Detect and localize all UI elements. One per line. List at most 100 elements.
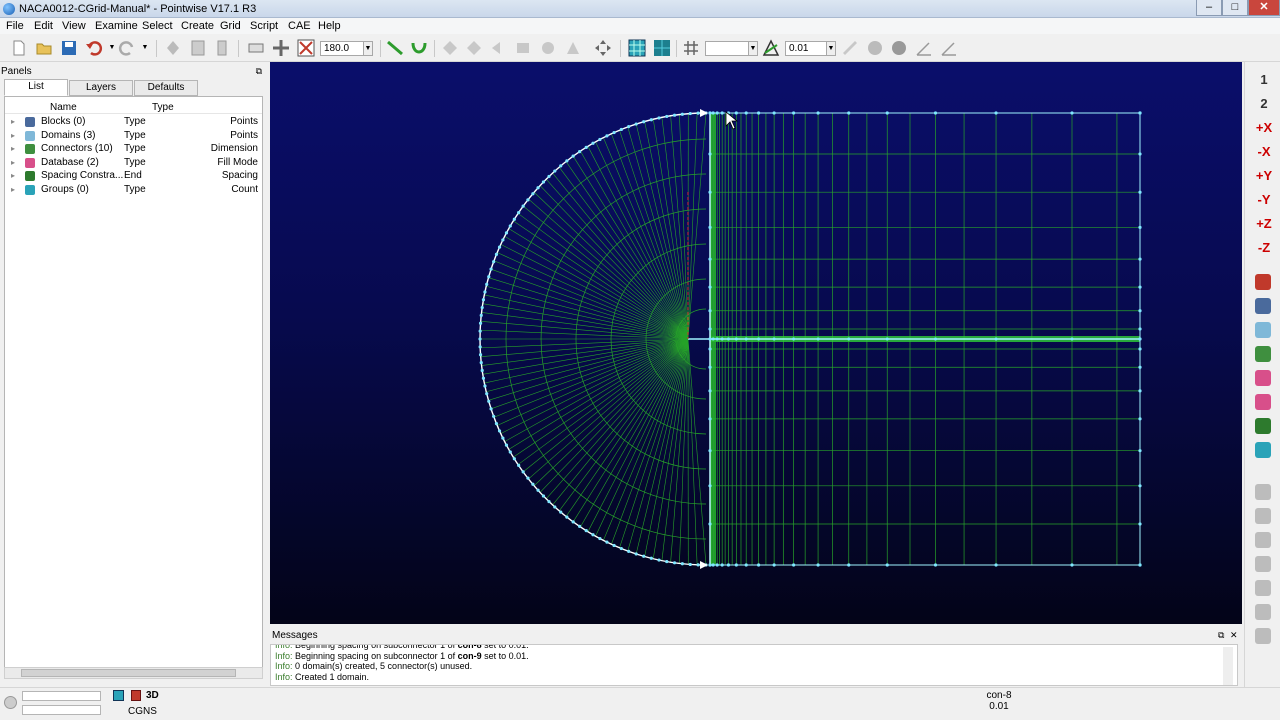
- extrude-icon[interactable]: [490, 39, 508, 57]
- entity-tool-icon[interactable]: [1255, 298, 1271, 314]
- new-file-icon[interactable]: [10, 39, 28, 57]
- entity-tool-icon[interactable]: [1255, 394, 1271, 410]
- tool-icon[interactable]: [1255, 484, 1271, 500]
- menu-select[interactable]: Select: [142, 20, 173, 32]
- tool-icon[interactable]: [1255, 532, 1271, 548]
- grid-mode-icon[interactable]: [113, 690, 124, 701]
- delta-icon[interactable]: [866, 39, 884, 57]
- entity-tool-icon[interactable]: [1255, 346, 1271, 362]
- view-button-1[interactable]: 1: [1253, 70, 1275, 90]
- rotation-angle-chevron-icon[interactable]: ▼: [363, 41, 373, 56]
- view-button-6[interactable]: -Y: [1253, 190, 1275, 210]
- expand-icon[interactable]: ▸: [11, 144, 15, 153]
- panel-restore-icon[interactable]: ⧉: [256, 66, 262, 77]
- angle-plus-icon[interactable]: [915, 39, 933, 57]
- entity-tool-icon[interactable]: [1255, 322, 1271, 338]
- move-icon[interactable]: [594, 39, 612, 57]
- split-view-icon[interactable]: [189, 39, 207, 57]
- tool-icon[interactable]: [564, 39, 582, 57]
- expand-icon[interactable]: ▸: [11, 185, 15, 194]
- menu-help[interactable]: Help: [318, 20, 341, 32]
- menu-script[interactable]: Script: [250, 20, 278, 32]
- diamond-tool-2-icon[interactable]: [465, 39, 483, 57]
- tree-row[interactable]: ▸ Groups (0) Type Count: [5, 184, 262, 197]
- view-button-7[interactable]: +Z: [1253, 214, 1275, 234]
- expand-icon[interactable]: ▸: [11, 131, 15, 140]
- hash-grid-icon[interactable]: [682, 39, 700, 57]
- tool-icon[interactable]: [1255, 580, 1271, 596]
- save-icon[interactable]: [60, 39, 78, 57]
- tab-layers[interactable]: Layers: [69, 80, 133, 96]
- menu-edit[interactable]: Edit: [34, 20, 53, 32]
- close-button[interactable]: ✕: [1248, 0, 1280, 16]
- tab-defaults[interactable]: Defaults: [134, 80, 198, 96]
- view-button-4[interactable]: -X: [1253, 142, 1275, 162]
- diamond-tool-icon[interactable]: [441, 39, 459, 57]
- solver-mode-icon[interactable]: [131, 690, 141, 701]
- c-grid-mesh[interactable]: [270, 62, 1242, 624]
- entity-tool-icon[interactable]: [1255, 442, 1271, 458]
- angle-minus-icon[interactable]: [940, 39, 958, 57]
- menu-view[interactable]: View: [62, 20, 86, 32]
- dimension-mode[interactable]: 3D: [146, 690, 159, 701]
- ruler-icon[interactable]: [841, 39, 859, 57]
- messages-close-icon[interactable]: ✕: [1230, 630, 1238, 641]
- menu-file[interactable]: File: [6, 20, 24, 32]
- grid-view-icon[interactable]: [628, 39, 646, 57]
- view-button-3[interactable]: +X: [1253, 118, 1275, 138]
- view-button-8[interactable]: -Z: [1253, 238, 1275, 258]
- tool-icon[interactable]: [1255, 508, 1271, 524]
- scrollbar-thumb[interactable]: [21, 669, 236, 677]
- menu-examine[interactable]: Examine: [95, 20, 138, 32]
- column-type[interactable]: Type: [152, 102, 174, 113]
- redo-icon[interactable]: [118, 39, 136, 57]
- solver-label[interactable]: CGNS: [128, 706, 157, 717]
- orient-icon[interactable]: [164, 39, 182, 57]
- undo-dropdown-chevron-icon[interactable]: ▼: [107, 41, 117, 56]
- column-name[interactable]: Name: [50, 102, 77, 113]
- tree-row[interactable]: ▸ Domains (3) Type Points: [5, 130, 262, 143]
- entity-tool-icon[interactable]: [1255, 274, 1271, 290]
- menu-cae[interactable]: CAE: [288, 20, 311, 32]
- 3d-viewport[interactable]: [270, 62, 1242, 624]
- rotation-angle-input[interactable]: 180.0: [320, 41, 364, 56]
- messages-scrollbar[interactable]: [1223, 647, 1233, 685]
- cube-icon[interactable]: [539, 39, 557, 57]
- entity-tool-icon[interactable]: [1255, 418, 1271, 434]
- menu-grid[interactable]: Grid: [220, 20, 241, 32]
- tool-icon[interactable]: [1255, 556, 1271, 572]
- spacing-value-input[interactable]: 0.01: [785, 41, 827, 56]
- tree-row[interactable]: ▸ Spacing Constra... End Spacing: [5, 170, 262, 183]
- view-button-2[interactable]: 2: [1253, 94, 1275, 114]
- pan-icon[interactable]: [272, 39, 290, 57]
- create-curve-icon[interactable]: [410, 39, 428, 57]
- maximize-button[interactable]: □: [1222, 0, 1248, 16]
- entity-tool-icon[interactable]: [1255, 370, 1271, 386]
- redo-dropdown-chevron-icon[interactable]: ▼: [140, 41, 150, 56]
- panel-view-icon[interactable]: [213, 39, 231, 57]
- solver-icon[interactable]: [514, 39, 532, 57]
- minimize-button[interactable]: –: [1196, 0, 1222, 16]
- tool-icon[interactable]: [1255, 628, 1271, 644]
- open-folder-icon[interactable]: [35, 39, 53, 57]
- menu-create[interactable]: Create: [181, 20, 214, 32]
- tree-row[interactable]: ▸ Database (2) Type Fill Mode: [5, 157, 262, 170]
- view-button-5[interactable]: +Y: [1253, 166, 1275, 186]
- messages-restore-icon[interactable]: ⧉: [1218, 630, 1224, 641]
- tree-row[interactable]: ▸ Blocks (0) Type Points: [5, 116, 262, 129]
- spacing-value-chevron-icon[interactable]: ▼: [826, 41, 836, 56]
- frame-icon[interactable]: [247, 39, 265, 57]
- tree-row[interactable]: ▸ Connectors (10) Type Dimension: [5, 143, 262, 156]
- tab-list[interactable]: List: [4, 79, 68, 96]
- delta-2-icon[interactable]: [890, 39, 908, 57]
- expand-icon[interactable]: ▸: [11, 158, 15, 167]
- panel-horizontal-scrollbar[interactable]: [4, 667, 263, 679]
- grid-spacing-chevron-icon[interactable]: ▼: [748, 41, 758, 56]
- undo-icon[interactable]: [85, 39, 103, 57]
- spacing-constraint-icon[interactable]: [762, 39, 780, 57]
- create-line-icon[interactable]: [386, 39, 404, 57]
- rotate-angle-icon[interactable]: [297, 39, 315, 57]
- grid-spacing-input[interactable]: [705, 41, 749, 56]
- expand-icon[interactable]: ▸: [11, 171, 15, 180]
- shaded-view-icon[interactable]: [653, 39, 671, 57]
